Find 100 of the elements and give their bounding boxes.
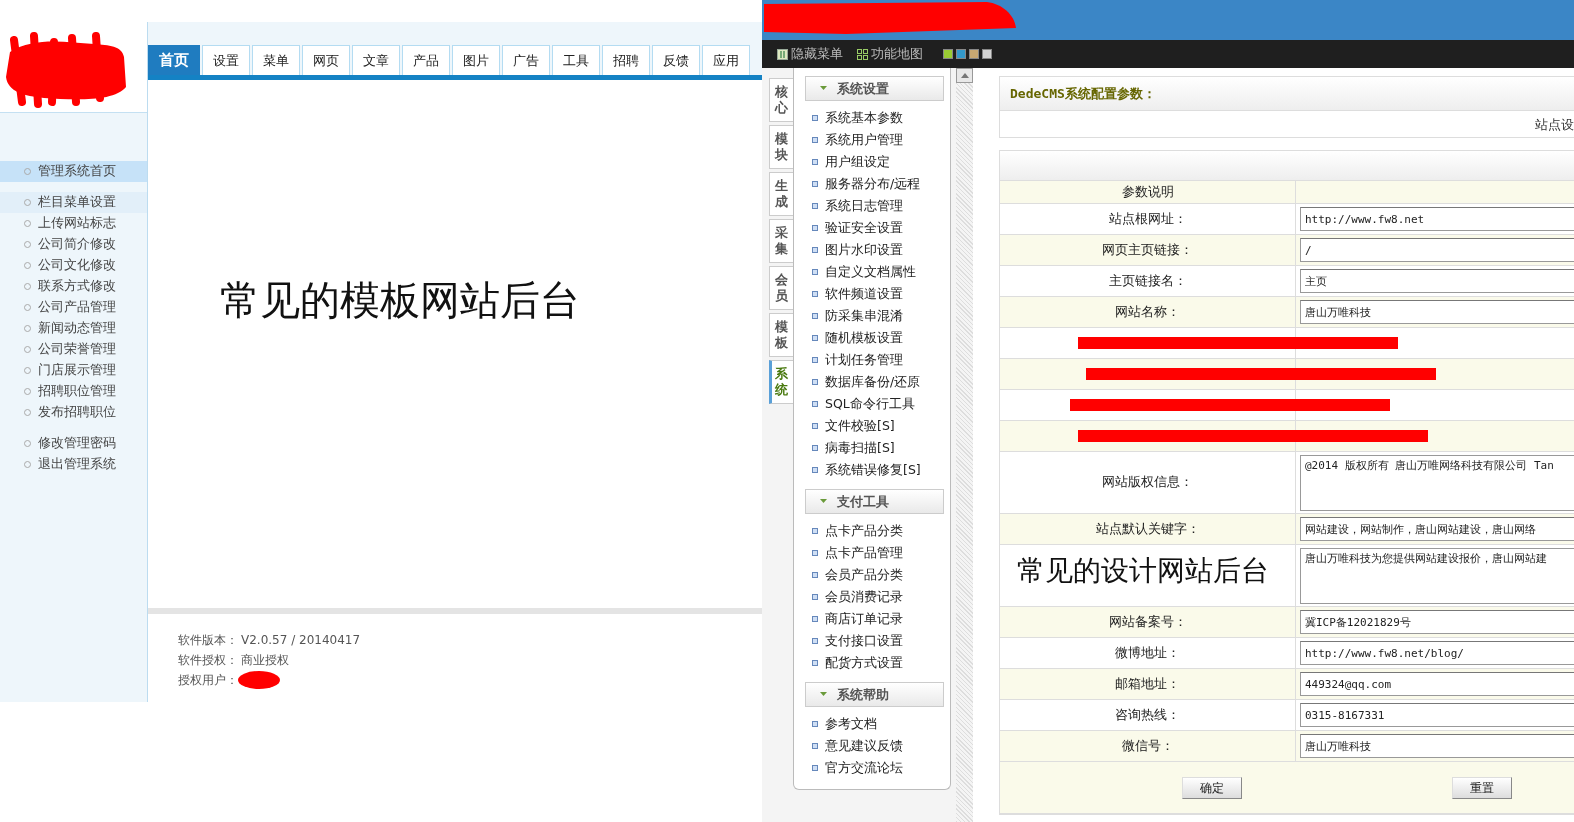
input-field[interactable]: 唐山万唯科技 [1300, 300, 1574, 324]
sidebar-item[interactable]: 上传网站标志 [0, 213, 147, 234]
menu-item[interactable]: 配货方式设置 [794, 652, 950, 674]
sidebar-item[interactable]: 公司简介修改 [0, 234, 147, 255]
nav-tab[interactable]: 工具 [552, 45, 600, 75]
menu-item[interactable]: 商店订单记录 [794, 608, 950, 630]
sidebar-item[interactable]: 招聘职位管理 [0, 381, 147, 402]
toolbar-button[interactable]: 功能地图 [857, 44, 923, 64]
menu-item[interactable]: 点卡产品管理 [794, 542, 950, 564]
menu-item[interactable]: 病毒扫描[S] [794, 437, 950, 459]
scrollbar[interactable] [956, 68, 973, 822]
nav-tab[interactable]: 首页 [148, 45, 200, 75]
menu-item[interactable]: 参考文档 [794, 713, 950, 735]
menu-item[interactable]: 点卡产品分类 [794, 520, 950, 542]
sidebar-item[interactable]: 公司荣誉管理 [0, 339, 147, 360]
text-area[interactable]: @2014 版权所有 唐山万唯网络科技有限公司 Tan [1300, 454, 1574, 511]
section-tab[interactable]: 站点设 [1535, 117, 1574, 132]
menu-item[interactable]: 文件校验[S] [794, 415, 950, 437]
nav-tab[interactable]: 招聘 [602, 45, 650, 75]
nav-tab[interactable]: 图片 [452, 45, 500, 75]
side-tab[interactable]: 系统 [769, 360, 793, 404]
menu-item[interactable]: 系统日志管理 [794, 195, 950, 217]
info-value: 商业授权 [241, 652, 289, 669]
menu-item[interactable]: 软件频道设置 [794, 283, 950, 305]
square-icon [812, 467, 818, 473]
sidebar-item[interactable]: 门店展示管理 [0, 360, 147, 381]
nav-tab[interactable]: 产品 [402, 45, 450, 75]
menu-item[interactable]: SQL命令行工具 [794, 393, 950, 415]
nav-tab[interactable]: 网页 [302, 45, 350, 75]
menu-item[interactable]: 官方交流论坛 [794, 757, 950, 779]
square-icon [812, 721, 818, 727]
menu-item[interactable]: 服务器分布/远程 [794, 173, 950, 195]
sidebar-item[interactable]: 退出管理系统 [0, 454, 147, 475]
sidebar-item[interactable]: 修改管理密码 [0, 433, 147, 454]
field-label: 邮箱地址： [1000, 669, 1296, 699]
form-button[interactable]: 重置 [1452, 776, 1512, 799]
menu-item[interactable]: 系统用户管理 [794, 129, 950, 151]
input-field[interactable]: 449324@qq.com [1300, 672, 1574, 696]
square-icon [812, 159, 818, 165]
field-label: 咨询热线： [1000, 700, 1296, 730]
side-tab[interactable]: 生成 [769, 172, 793, 216]
menu-item[interactable]: 意见建议反馈 [794, 735, 950, 757]
input-field[interactable]: 主页 [1300, 269, 1574, 293]
menu-item[interactable]: 数据库备份/还原 [794, 371, 950, 393]
input-field[interactable]: 唐山万唯科技 [1300, 734, 1574, 758]
scroll-up-button[interactable] [956, 68, 973, 83]
form-button[interactable]: 确定 [1182, 776, 1242, 799]
square-icon [812, 269, 818, 275]
sidebar-item[interactable]: 栏目菜单设置 [0, 192, 147, 213]
nav-tab[interactable]: 文章 [352, 45, 400, 75]
sidebar-item[interactable]: 发布招聘职位 [0, 402, 147, 423]
square-icon [812, 115, 818, 121]
sidebar-item[interactable]: 管理系统首页 [0, 161, 147, 182]
menu-item[interactable]: 会员产品分类 [794, 564, 950, 586]
input-field[interactable]: 网站建设，网站制作，唐山网站建设，唐山网络 [1300, 517, 1574, 541]
sidebar-item[interactable]: 公司产品管理 [0, 297, 147, 318]
menu-item[interactable]: 用户组设定 [794, 151, 950, 173]
input-field[interactable]: http://www.fw8.net [1300, 207, 1574, 231]
input-field[interactable]: 0315-8167331 [1300, 703, 1574, 727]
side-tab[interactable]: 会员 [769, 266, 793, 310]
side-tab[interactable]: 核心 [769, 78, 793, 122]
nav-tab[interactable]: 反馈 [652, 45, 700, 75]
menu-item[interactable]: 验证安全设置 [794, 217, 950, 239]
menu-header[interactable]: 系统设置 [805, 76, 944, 101]
square-icon [812, 291, 818, 297]
toolbar-button[interactable]: 隐藏菜单 [777, 44, 843, 64]
square-icon [812, 660, 818, 666]
nav-tab[interactable]: 菜单 [252, 45, 300, 75]
side-tab[interactable]: 采集 [769, 219, 793, 263]
side-tab[interactable]: 模块 [769, 125, 793, 169]
menu-item[interactable]: 系统错误修复[S] [794, 459, 950, 481]
nav-tab[interactable]: 应用 [702, 45, 750, 75]
menu-item[interactable]: 会员消费记录 [794, 586, 950, 608]
sidebar-item[interactable]: 公司文化修改 [0, 255, 147, 276]
square-icon [812, 594, 818, 600]
color-swatch[interactable] [956, 49, 966, 59]
nav-tab[interactable]: 设置 [202, 45, 250, 75]
info-label: 软件授权： [178, 652, 238, 669]
color-swatch[interactable] [943, 49, 953, 59]
input-field[interactable]: / [1300, 238, 1574, 262]
side-tab[interactable]: 模板 [769, 313, 793, 357]
menu-item[interactable]: 计划任务管理 [794, 349, 950, 371]
color-swatch[interactable] [969, 49, 979, 59]
menu-item[interactable]: 支付接口设置 [794, 630, 950, 652]
menu-item[interactable]: 自定义文档属性 [794, 261, 950, 283]
menu-item[interactable]: 图片水印设置 [794, 239, 950, 261]
sidebar-item[interactable]: 联系方式修改 [0, 276, 147, 297]
menu-header[interactable]: 系统帮助 [805, 682, 944, 707]
menu-item[interactable]: 系统基本参数 [794, 107, 950, 129]
nav-tab[interactable]: 广告 [502, 45, 550, 75]
square-icon [812, 137, 818, 143]
menu-header[interactable]: 支付工具 [805, 489, 944, 514]
text-area[interactable]: 唐山万唯科技为您提供网站建设报价，唐山网站建 [1300, 547, 1574, 604]
color-swatch[interactable] [982, 49, 992, 59]
menu-item[interactable]: 防采集串混淆 [794, 305, 950, 327]
menu-item[interactable]: 随机模板设置 [794, 327, 950, 349]
sidebar-item[interactable]: 新闻动态管理 [0, 318, 147, 339]
input-field[interactable]: http://www.fw8.net/blog/ [1300, 641, 1574, 665]
input-field[interactable]: 冀ICP备12021829号 [1300, 610, 1574, 634]
caret-down-icon [820, 85, 827, 92]
